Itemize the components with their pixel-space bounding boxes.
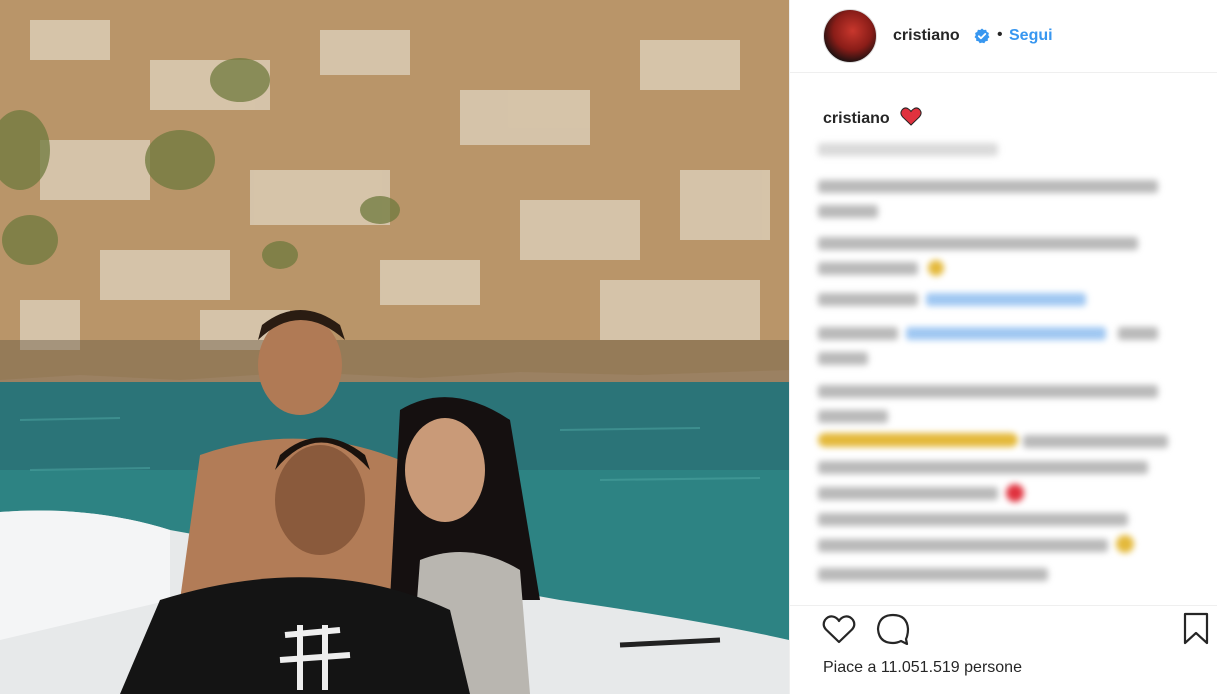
comment-line bbox=[1023, 435, 1168, 448]
comment-emoji bbox=[1116, 535, 1134, 553]
comment-icon[interactable] bbox=[876, 613, 910, 645]
comment-emoji-row bbox=[818, 433, 1018, 447]
comment-line bbox=[818, 410, 888, 423]
comment-line bbox=[818, 293, 918, 306]
verified-badge-icon bbox=[974, 28, 990, 44]
header-separator: • bbox=[997, 26, 1003, 43]
comment-emoji bbox=[1006, 484, 1024, 502]
comment-line bbox=[818, 262, 918, 275]
caption-username[interactable]: cristiano bbox=[823, 110, 890, 127]
bookmark-icon[interactable] bbox=[1183, 612, 1209, 645]
likes-count[interactable]: Piace a 11.051.519 persone bbox=[823, 659, 1022, 677]
comment-line bbox=[1118, 327, 1158, 340]
comment-mention bbox=[906, 327, 1106, 340]
red-heart-icon bbox=[900, 107, 922, 126]
comment-line bbox=[818, 327, 898, 340]
follow-button[interactable]: Segui bbox=[1009, 27, 1053, 45]
heart-icon[interactable] bbox=[822, 614, 856, 644]
comment-mention bbox=[926, 293, 1086, 306]
blurred-comments bbox=[818, 135, 1188, 590]
post-header: cristiano • Segui bbox=[790, 0, 1217, 73]
action-bar bbox=[790, 605, 1217, 656]
avatar[interactable] bbox=[823, 9, 877, 63]
comment-line bbox=[818, 180, 1158, 193]
comment-line bbox=[818, 513, 1128, 526]
comment-line bbox=[818, 568, 1048, 581]
comment-line bbox=[818, 487, 998, 500]
comment-emoji bbox=[928, 260, 944, 276]
comment-line bbox=[818, 205, 878, 218]
comment-line bbox=[818, 385, 1158, 398]
comment-line bbox=[818, 461, 1148, 474]
comment-line bbox=[818, 539, 1108, 552]
likes-text: Piace a 11.051.519 persone bbox=[823, 659, 1022, 676]
comment-line bbox=[818, 237, 1138, 250]
post-side-panel: cristiano • Segui cristiano Piace a 11.0… bbox=[789, 0, 1217, 694]
post-photo[interactable] bbox=[0, 0, 789, 694]
comment-line bbox=[818, 352, 868, 365]
caption: cristiano bbox=[823, 107, 922, 128]
header-username[interactable]: cristiano bbox=[893, 27, 960, 45]
photo-scene bbox=[0, 0, 789, 694]
comment-line bbox=[818, 143, 998, 156]
